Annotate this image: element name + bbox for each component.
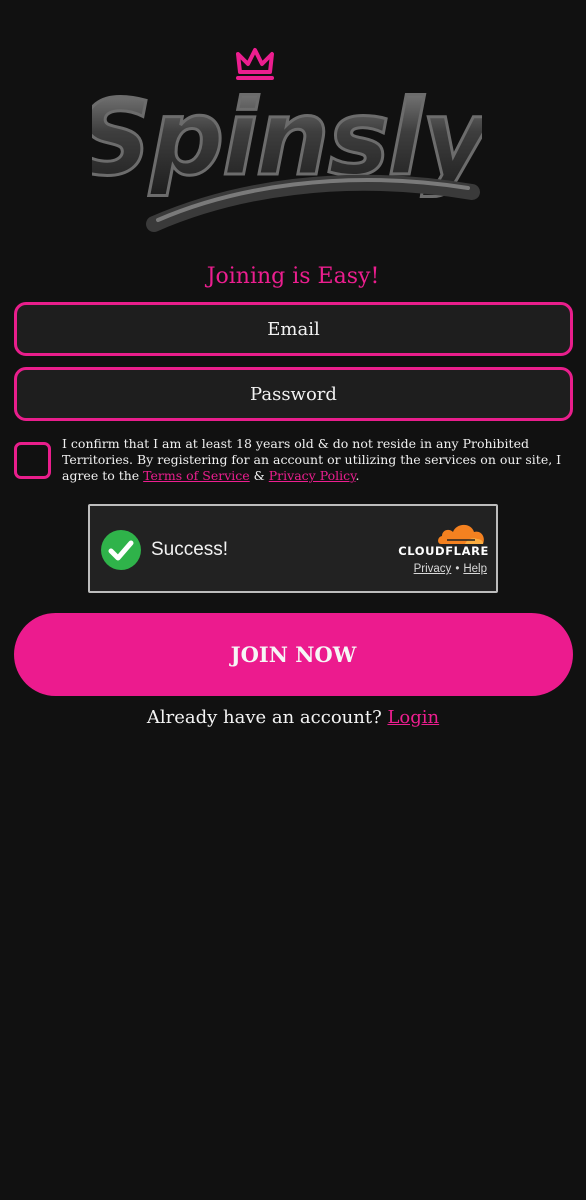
captcha-links: Privacy • Help	[340, 563, 487, 575]
privacy-policy-link[interactable]: Privacy Policy	[269, 468, 356, 483]
email-field[interactable]	[17, 305, 570, 353]
cloudflare-brand: CLOUDFLARE	[398, 544, 489, 558]
consent-joiner: &	[249, 468, 269, 483]
captcha-privacy-link[interactable]: Privacy	[414, 563, 452, 575]
captcha-status: Success!	[151, 539, 229, 560]
consent-checkbox[interactable]	[14, 442, 51, 479]
age-consent: I confirm that I am at least 18 years ol…	[14, 436, 574, 492]
signup-page: Spinsly Joining is Easy! I confirm that …	[0, 0, 586, 1200]
signup-heading: Joining is Easy!	[206, 264, 380, 289]
consent-text: I confirm that I am at least 18 years ol…	[62, 436, 574, 484]
join-now-button[interactable]: JOIN NOW	[14, 613, 573, 696]
login-link[interactable]: Login	[387, 707, 439, 728]
spinsly-logo: Spinsly	[92, 48, 482, 232]
check-icon	[101, 530, 141, 570]
email-field-container	[14, 302, 573, 356]
cloudflare-captcha-widget: Success! CLOUDFLARE Privacy • Help	[88, 504, 498, 593]
consent-suffix: .	[355, 468, 360, 483]
cloudflare-cloud-icon	[438, 524, 484, 544]
password-field-container	[14, 367, 573, 421]
password-field[interactable]	[17, 370, 570, 418]
login-prompt-text: Already have an account?	[146, 707, 388, 728]
login-prompt: Already have an account? Login	[0, 707, 586, 728]
captcha-help-link[interactable]: Help	[463, 563, 487, 575]
captcha-link-separator: •	[455, 563, 460, 575]
terms-of-service-link[interactable]: Terms of Service	[143, 468, 250, 483]
